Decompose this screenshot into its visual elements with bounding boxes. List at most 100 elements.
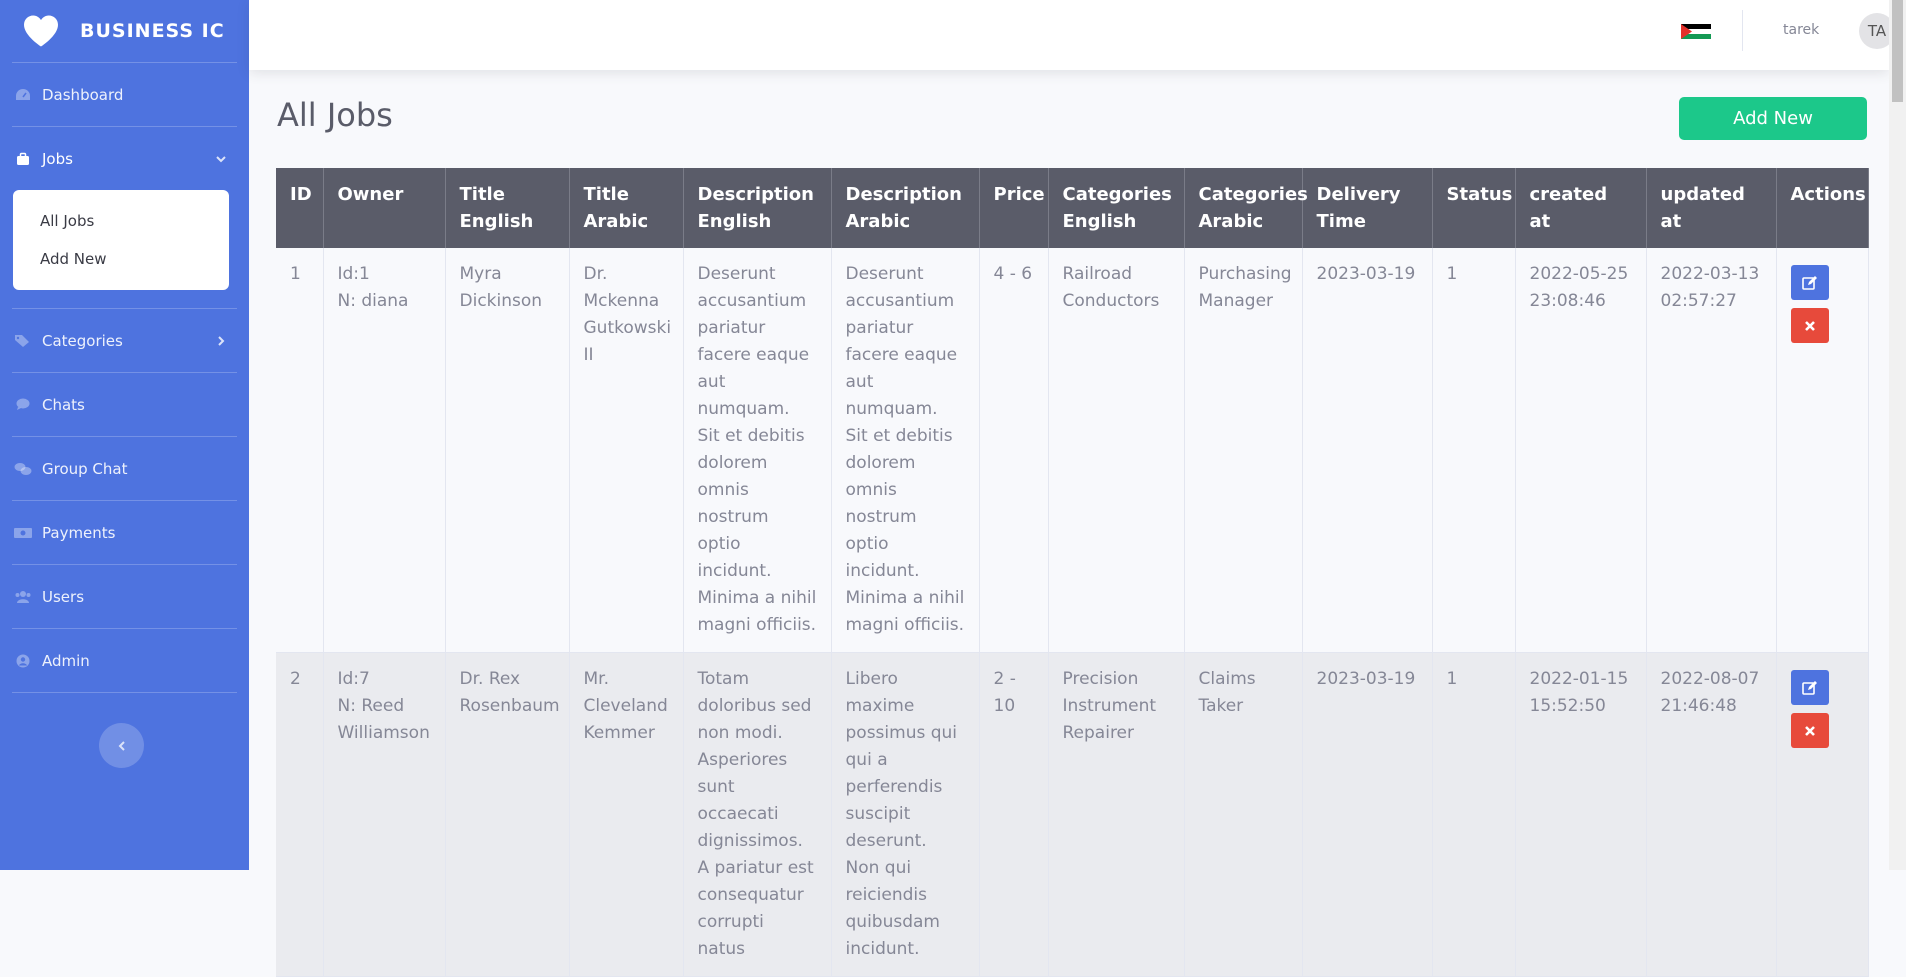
- brand-name: BUSINESS IC: [80, 20, 225, 42]
- sidebar-item-label: Group Chat: [42, 459, 128, 478]
- cell-title-arabic: Dr. Mckenna Gutkowski II: [569, 248, 684, 653]
- cell-owner: Id:1 N: diana: [323, 248, 446, 653]
- close-icon: [1804, 320, 1815, 331]
- cell-price: 2 - 10: [979, 652, 1049, 977]
- cell-id: 2: [276, 652, 324, 977]
- column-header: Owner: [323, 168, 446, 248]
- sidebar-item-dashboard[interactable]: Dashboard: [0, 63, 249, 126]
- cell-delivery-time: 2023-03-19: [1302, 248, 1433, 653]
- sidebar-item-label: Users: [42, 587, 85, 606]
- user-circle-icon: [14, 653, 32, 669]
- cell-title-arabic: Mr. Cleveland Kemmer: [569, 652, 684, 977]
- sidebar-item-label: Jobs: [42, 149, 73, 168]
- submenu-item-add-new[interactable]: Add New: [13, 240, 229, 278]
- jobs-table: ID Owner Title English Title Arabic Desc…: [276, 168, 1869, 977]
- briefcase-icon: [14, 151, 32, 167]
- column-header: Description English: [683, 168, 832, 248]
- cell-description-english: Totam doloribus sed non modi. Asperiores…: [683, 652, 832, 977]
- scrollbar-thumb[interactable]: [1892, 0, 1903, 102]
- owner-id: Id:1: [337, 264, 370, 284]
- cell-id: 1: [276, 248, 324, 653]
- sidebar-item-payments[interactable]: Payments: [0, 501, 249, 564]
- add-new-button[interactable]: Add New: [1679, 97, 1867, 140]
- owner-name: N: Reed Williamson: [337, 696, 430, 743]
- cell-title-english: Myra Dickinson: [445, 248, 570, 653]
- cell-description-english: Deserunt accusantium pariatur facere eaq…: [683, 248, 832, 653]
- cell-created-at: 2022-01-15 15:52:50: [1515, 652, 1647, 977]
- cell-delivery-time: 2023-03-19: [1302, 652, 1433, 977]
- close-icon: [1804, 725, 1815, 736]
- sidebar-item-group-chat[interactable]: Group Chat: [0, 437, 249, 500]
- sidebar-item-categories[interactable]: Categories: [0, 309, 249, 372]
- owner-name: N: diana: [337, 291, 409, 311]
- username[interactable]: tarek: [1783, 22, 1819, 38]
- brand[interactable]: BUSINESS IC: [0, 0, 249, 62]
- page-scrollbar[interactable]: [1889, 0, 1906, 870]
- edit-icon: [1801, 275, 1817, 290]
- topbar-divider: [1742, 10, 1743, 51]
- edit-icon: [1801, 680, 1817, 695]
- table-row: 2 Id:7 N: Reed Williamson Dr. Rex Rosenb…: [276, 652, 1869, 977]
- submenu-item-all-jobs[interactable]: All Jobs: [13, 202, 229, 240]
- sidebar-toggle-button[interactable]: [99, 723, 144, 768]
- cell-updated-at: 2022-08-07 21:46:48: [1646, 652, 1777, 977]
- column-header: Delivery Time: [1302, 168, 1433, 248]
- owner-id: Id:7: [337, 669, 370, 689]
- table-header-row: ID Owner Title English Title Arabic Desc…: [276, 168, 1869, 248]
- chevron-right-icon: [218, 335, 225, 346]
- topbar: tarek TA: [249, 0, 1895, 70]
- column-header: updated at: [1646, 168, 1777, 248]
- sidebar-item-admin[interactable]: Admin: [0, 629, 249, 692]
- cell-categories-english: Railroad Conductors: [1048, 248, 1185, 653]
- column-header: Title English: [445, 168, 570, 248]
- column-header: Description Arabic: [831, 168, 980, 248]
- cell-owner: Id:7 N: Reed Williamson: [323, 652, 446, 977]
- sidebar: BUSINESS IC Dashboard Jobs All Jobs Add …: [0, 0, 249, 870]
- money-bill-icon: [14, 525, 32, 541]
- sidebar-item-chats[interactable]: Chats: [0, 373, 249, 436]
- cell-actions: [1776, 248, 1869, 653]
- column-header: Status: [1432, 168, 1516, 248]
- page-title: All Jobs: [277, 96, 393, 134]
- tachometer-icon: [14, 87, 32, 103]
- cell-categories-arabic: Claims Taker: [1184, 652, 1303, 977]
- sidebar-item-label: Dashboard: [42, 85, 124, 104]
- tags-icon: [14, 333, 32, 349]
- cell-categories-arabic: Purchasing Manager: [1184, 248, 1303, 653]
- delete-button[interactable]: [1790, 308, 1829, 343]
- cell-title-english: Dr. Rex Rosenbaum: [445, 652, 570, 977]
- column-header: Price: [979, 168, 1049, 248]
- sidebar-item-jobs[interactable]: Jobs: [0, 127, 249, 190]
- delete-button[interactable]: [1790, 713, 1829, 748]
- cell-description-arabic: Libero maxime possimus qui qui a perfere…: [831, 652, 980, 977]
- sidebar-item-label: Chats: [42, 395, 85, 414]
- cell-description-arabic: Deserunt accusantium pariatur facere eaq…: [831, 248, 980, 653]
- column-header: Categories Arabic: [1184, 168, 1308, 248]
- chevron-down-icon: [216, 155, 226, 162]
- cell-created-at: 2022-05-25 23:08:46: [1515, 248, 1647, 653]
- cell-actions: [1776, 652, 1869, 977]
- sidebar-item-label: Payments: [42, 523, 116, 542]
- cell-status: 1: [1432, 248, 1516, 653]
- comments-icon: [14, 461, 32, 477]
- column-header: Actions: [1776, 168, 1869, 248]
- users-icon: [14, 589, 32, 605]
- column-header: ID: [276, 168, 324, 248]
- sidebar-item-label: Admin: [42, 651, 90, 670]
- jobs-submenu: All Jobs Add New: [13, 190, 229, 290]
- table-row: 1 Id:1 N: diana Myra Dickinson Dr. Mcken…: [276, 248, 1869, 653]
- heart-icon: [24, 15, 58, 47]
- palestine-flag-icon[interactable]: [1681, 24, 1711, 39]
- edit-button[interactable]: [1790, 265, 1829, 300]
- sidebar-item-users[interactable]: Users: [0, 565, 249, 628]
- column-header: Categories English: [1048, 168, 1185, 248]
- comment-icon: [14, 397, 32, 413]
- sidebar-item-label: Categories: [42, 331, 123, 350]
- cell-status: 1: [1432, 652, 1516, 977]
- cell-updated-at: 2022-03-13 02:57:27: [1646, 248, 1777, 653]
- cell-categories-english: Precision Instrument Repairer: [1048, 652, 1185, 977]
- cell-price: 4 - 6: [979, 248, 1049, 653]
- edit-button[interactable]: [1790, 670, 1829, 705]
- column-header: Title Arabic: [569, 168, 684, 248]
- column-header: created at: [1515, 168, 1647, 248]
